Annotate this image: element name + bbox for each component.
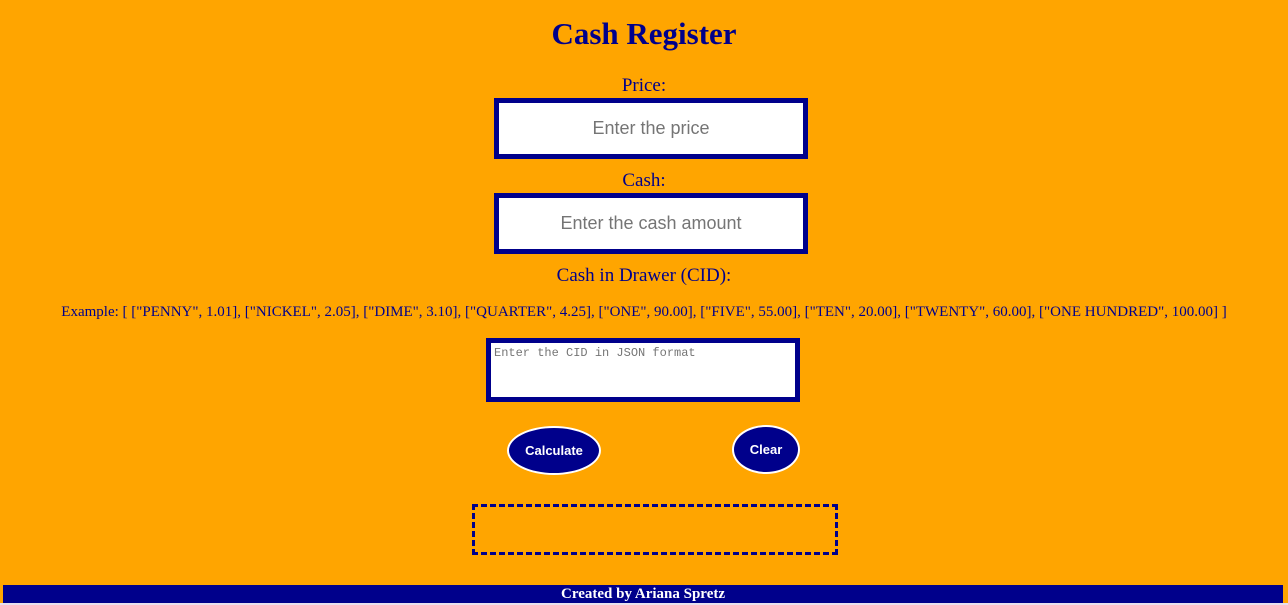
output-box [472, 504, 838, 555]
price-label: Price: [621, 75, 667, 96]
footer: Created by Ariana Spretz [3, 585, 1283, 603]
cid-label: Cash in Drawer (CID): [556, 265, 732, 286]
clear-button[interactable]: Clear [732, 425, 800, 474]
calculate-button[interactable]: Calculate [507, 426, 601, 475]
page-title: Cash Register [551, 16, 737, 51]
cid-textarea[interactable] [486, 338, 800, 402]
cash-input[interactable] [494, 193, 808, 254]
cash-label: Cash: [622, 170, 666, 191]
cid-example: Example: [ ["PENNY", 1.01], ["NICKEL", 2… [61, 304, 1227, 320]
price-input[interactable] [494, 98, 808, 159]
